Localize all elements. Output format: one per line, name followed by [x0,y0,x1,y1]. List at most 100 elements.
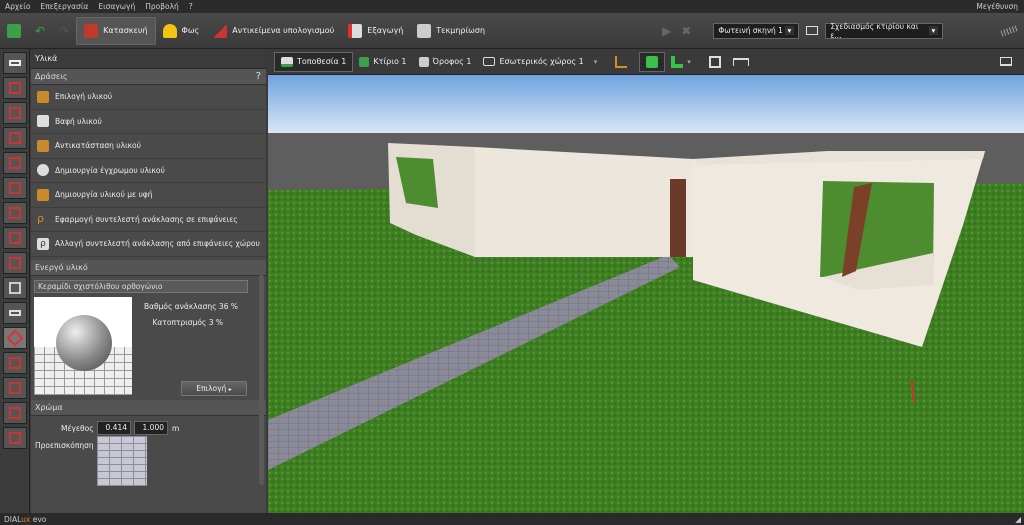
tool-building[interactable] [3,77,27,99]
monitor-icon [806,26,819,35]
ruler-button[interactable] [994,17,1024,45]
materials-icon [6,329,24,347]
menu-bar: Αρχείο Επεξεργασία Εισαγωγή Προβολή ? Με… [0,0,1024,13]
menu-zoom[interactable]: Μεγέθυνση [971,2,1024,11]
green-floor-icon [671,55,684,68]
walls-icon [9,107,21,119]
orange-view-icon [615,55,628,68]
site-icon [281,56,293,67]
tab-light[interactable]: Φως [156,17,207,45]
ruler-icon [1000,24,1018,37]
menu-insert[interactable]: Εισαγωγή [93,2,140,11]
scene-render [268,75,1024,513]
view-mode-button[interactable] [609,52,633,72]
color-section: Μέγεθος 0.414 1.000 m Προεπισκόπηση [31,416,266,492]
stairs-icon [9,257,21,269]
select-material-button[interactable]: Επιλογή ▸ [181,380,247,396]
tool-stairs[interactable] [3,252,27,274]
action-create-color-material[interactable]: Δημιουργία έγχρωμου υλικού [31,159,266,183]
tab-construction[interactable]: Κατασκευή [76,16,156,45]
actions-header-label: Δράσεις [35,72,68,81]
chevron-down-icon: ▾ [928,26,939,35]
tool-door[interactable] [3,127,27,149]
scene-select[interactable]: Φωτεινή σκηνή 1 ▾ [713,22,800,39]
tool-site[interactable] [3,52,27,74]
chevron-down-icon: ▾ [593,57,598,66]
reflection-room-icon: ρ [37,237,49,250]
tool-walls[interactable] [3,102,27,124]
action-apply-reflection[interactable]: ρ Εφαρμογή συντελεστή ανάκλασης σε επιφάν… [31,208,266,232]
green-cube-icon [646,55,659,68]
color-palette-icon [37,164,49,177]
breadcrumb-floor[interactable]: Όροφος 1 [413,52,478,72]
tool-materials[interactable] [3,327,27,349]
tool-object[interactable] [3,277,27,299]
sphere-icon [56,314,112,371]
monitor-icon [1000,57,1012,66]
tab-documentation[interactable]: Τεκμηρίωση [410,17,492,45]
table-icon [9,310,21,316]
breadcrumb-floor-label: Όροφος 1 [432,57,472,66]
preview-label: Προεπισκόπηση [35,440,94,450]
action-paint-material[interactable]: Βαφή υλικού [31,110,266,134]
tool-table[interactable] [3,302,27,324]
tool-room[interactable] [3,177,27,199]
resize-grip-icon[interactable]: ◢ [1015,515,1024,524]
action-select-material[interactable]: Επιλογή υλικού [31,85,266,110]
luminaire-icon [9,357,21,369]
material-name-field: Κεραμίδι σχιστόλιθου ορθογώνιο [34,279,248,293]
redo-button[interactable]: ↷ [52,17,76,45]
tab-documentation-label: Τεκμηρίωση [436,26,486,35]
undo-button[interactable]: ↶ [28,17,52,45]
breadcrumb-building[interactable]: Κτίριο 1 [353,52,412,72]
tool-window[interactable] [3,152,27,174]
room-icon [483,57,496,66]
brand-ux: ux [21,514,31,524]
breadcrumb-building-label: Κτίριο 1 [373,57,407,66]
monitor-button[interactable] [799,17,825,45]
menu-file[interactable]: Αρχείο [0,2,35,11]
calc-icon [9,382,21,394]
door [670,179,686,257]
menu-edit[interactable]: Επεξεργασία [35,2,93,11]
green-floor-button[interactable]: ▾ [665,52,697,72]
action-replace-material[interactable]: Αντικατάσταση υλικού [31,134,266,159]
site-icon [9,60,21,66]
action-change-reflection[interactable]: ρ Αλλαγή συντελεστή ανάκλασης από επιφάνε… [31,232,266,257]
cube-icon [9,207,21,219]
measure-button[interactable] [727,52,755,72]
tool-grid[interactable] [3,427,27,449]
size-label: Μέγεθος [61,423,94,433]
fullscreen-button[interactable] [994,52,1018,72]
save-icon [7,23,21,38]
breadcrumb-site[interactable]: Τοποθεσία 1 [274,51,354,72]
breadcrumb-room[interactable]: Εσωτερικός χώρος 1 ▾ [477,52,603,72]
breadcrumb-site-label: Τοποθεσία 1 [297,57,347,66]
room-icon [9,182,21,194]
action-create-texture-material[interactable]: Δημιουργία υλικού με υφή [31,183,266,208]
grid-icon [9,432,21,444]
menu-view[interactable]: Προβολή [140,2,184,11]
measure-icon [732,57,749,66]
green-solid-button[interactable] [639,51,666,72]
tool-surface[interactable] [3,402,27,424]
size-width-input[interactable]: 0.414 [97,420,131,435]
roof-icon [9,232,21,244]
panel-scrollbar[interactable] [259,275,264,485]
save-button[interactable] [0,17,28,45]
fit-view-button[interactable] [703,52,727,72]
3d-viewport[interactable] [268,75,1024,513]
tool-cube[interactable] [3,202,27,224]
tool-calc[interactable] [3,377,27,399]
material-preview-sphere [34,296,132,395]
tool-roof[interactable] [3,227,27,249]
size-height-input[interactable]: 1.000 [134,420,168,435]
tool-luminaire[interactable] [3,352,27,374]
design-select[interactable]: Σχεδιασμός κτιρίου και ε... ▾ [825,22,944,40]
actions-header: Δράσεις ? [31,69,266,85]
menu-help[interactable]: ? [184,2,198,11]
window-icon [9,157,21,169]
tab-export[interactable]: Εξαγωγή [341,17,410,45]
help-icon[interactable]: ? [256,71,261,82]
tab-calc-objects[interactable]: Αντικείμενα υπολογισμού [206,17,341,45]
